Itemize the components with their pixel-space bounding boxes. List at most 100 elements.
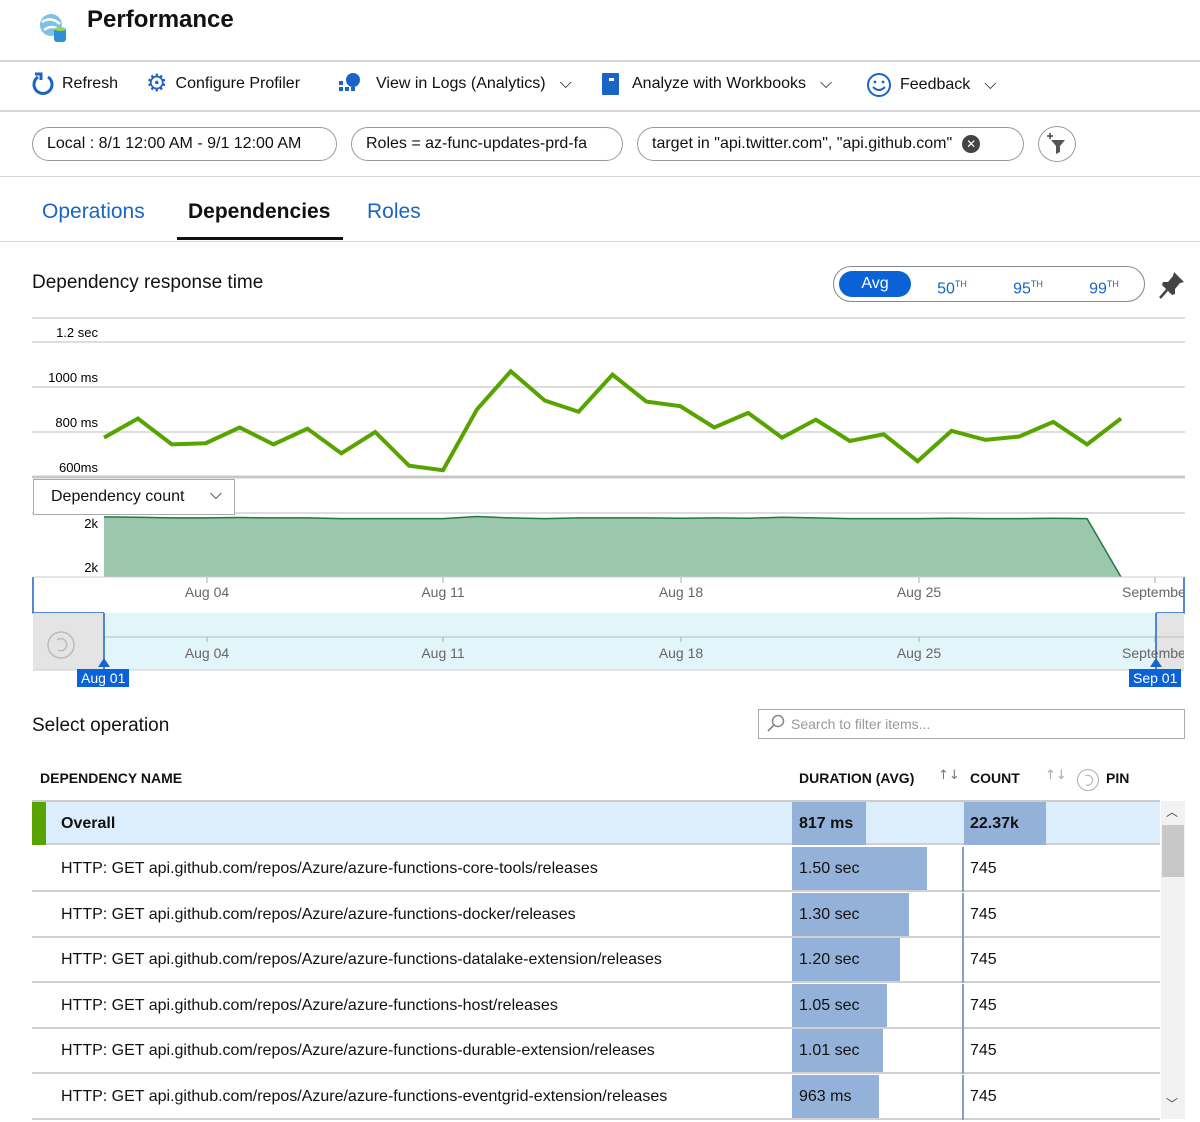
row-count: 22.37k (970, 815, 1019, 832)
x-tick-label: Aug 04 (184, 584, 230, 600)
row-name: Overall (61, 815, 116, 832)
segment-label: 99 (1089, 280, 1107, 298)
row-name: HTTP: GET api.github.com/repos/Azure/azu… (61, 1042, 655, 1059)
row-duration: 1.30 sec (799, 905, 860, 923)
chart-title: Dependency response time (32, 272, 264, 293)
y-tick-label: 800 ms (55, 415, 98, 430)
segment-avg[interactable]: Avg (839, 271, 911, 297)
logs-icon (338, 72, 362, 96)
view-in-logs-label: View in Logs (Analytics) (376, 75, 546, 92)
workbook-icon (600, 72, 620, 96)
metric-dropdown[interactable]: Dependency count ⌵ (33, 479, 235, 515)
count-area (104, 516, 1121, 577)
percentile-selector[interactable]: Avg 50TH 95TH 99TH (833, 266, 1145, 302)
refresh-icon (32, 72, 54, 96)
scroll-up-icon[interactable]: ︿ (1166, 803, 1178, 820)
row-count: 745 (970, 996, 997, 1014)
pin-icon[interactable] (1158, 270, 1186, 304)
segment-50th[interactable]: 50TH (922, 271, 982, 297)
analyze-workbooks-label: Analyze with Workbooks (632, 75, 806, 92)
tab-dependencies[interactable]: Dependencies (188, 200, 330, 224)
time-brush-selection[interactable] (104, 613, 1156, 670)
count-y-tick-label: 2k (84, 516, 98, 531)
chevron-down-icon: ⌵ (559, 75, 572, 92)
table-row[interactable]: HTTP: GET api.github.com/repos/Azure/azu… (32, 938, 1160, 983)
row-duration: 1.20 sec (799, 951, 860, 968)
refresh-button[interactable]: Refresh (32, 72, 118, 96)
feedback-label: Feedback (900, 76, 971, 93)
scrollbar-thumb[interactable] (1162, 825, 1184, 877)
row-duration: 963 ms (799, 1087, 852, 1105)
segment-95th[interactable]: 95TH (998, 271, 1058, 297)
sort-icon[interactable]: ↑↓ (938, 768, 960, 783)
roles-filter-text: Roles = az-func-updates-prd-fa (366, 135, 587, 152)
brush-tick-label: Aug 04 (184, 645, 230, 661)
table-row[interactable]: HTTP: GET api.github.com/repos/Azure/azu… (32, 1074, 1160, 1120)
table-row[interactable]: HTTP: GET api.github.com/repos/Azure/azu… (32, 983, 1160, 1029)
column-header-duration[interactable]: DURATION (AVG) (799, 770, 914, 786)
row-duration: 817 ms (799, 815, 854, 832)
close-icon[interactable]: ✕ (962, 135, 981, 153)
target-filter-text: target in "api.twitter.com", "api.github… (652, 135, 953, 152)
row-duration: 1.01 sec (799, 1042, 860, 1059)
scroll-down-icon[interactable]: ﹀ (1166, 1095, 1178, 1112)
selected-indicator (32, 802, 46, 845)
search-input[interactable]: Search to filter items... (758, 709, 1185, 739)
time-range-text: Local : 8/1 12:00 AM - 9/1 12:00 AM (47, 135, 302, 152)
range-end-label: Sep 01 (1129, 669, 1182, 687)
x-tick-label: Aug 11 (421, 584, 465, 600)
feedback-button[interactable]: Feedback ⌵ (866, 72, 996, 98)
x-tick-label: Aug 18 (658, 584, 704, 600)
row-count: 745 (970, 905, 997, 923)
row-name: HTTP: GET api.github.com/repos/Azure/azu… (61, 1087, 668, 1105)
range-start-label: Aug 01 (77, 669, 130, 687)
segment-99th[interactable]: 99TH (1074, 271, 1134, 297)
scrollbar[interactable]: ︿ ﹀ (1161, 801, 1185, 1119)
sort-icon[interactable]: ↑↓ (1045, 768, 1067, 783)
column-header-name[interactable]: DEPENDENCY NAME (40, 770, 182, 786)
y-tick-label: 1.2 sec (56, 325, 98, 340)
unpin-icon[interactable] (1076, 768, 1100, 796)
view-in-logs-button[interactable]: View in Logs (Analytics) ⌵ (338, 72, 572, 96)
segment-sup: TH (954, 279, 967, 289)
row-name: HTTP: GET api.github.com/repos/Azure/azu… (61, 996, 558, 1014)
column-header-count[interactable]: COUNT (970, 770, 1020, 786)
tab-roles[interactable]: Roles (367, 200, 421, 224)
add-filter-button[interactable] (1038, 126, 1076, 162)
y-tick-label: 1000 ms (48, 370, 98, 385)
row-count: 745 (970, 860, 997, 877)
row-count: 745 (970, 951, 997, 968)
chevron-down-icon: ⌵ (984, 76, 997, 93)
segment-label: Avg (861, 275, 889, 292)
table-row[interactable]: HTTP: GET api.github.com/repos/Azure/azu… (32, 892, 1160, 938)
column-header-pin: PIN (1106, 770, 1130, 786)
table-row[interactable]: HTTP: GET api.github.com/repos/Azure/azu… (32, 1029, 1160, 1074)
configure-profiler-button[interactable]: ⚙ Configure Profiler (146, 72, 300, 96)
segment-label: 95 (1013, 280, 1031, 298)
row-name: HTTP: GET api.github.com/repos/Azure/azu… (61, 860, 598, 877)
configure-profiler-label: Configure Profiler (175, 75, 301, 92)
segment-sup: TH (1030, 279, 1043, 289)
smiley-icon (866, 72, 892, 98)
row-duration: 1.50 sec (799, 860, 860, 877)
brush-tick-label: Aug 18 (658, 645, 704, 661)
metric-dropdown-label: Dependency count (51, 488, 185, 505)
row-count: 745 (970, 1087, 997, 1105)
roles-filter[interactable]: Roles = az-func-updates-prd-fa (351, 127, 623, 161)
target-filter[interactable]: target in "api.twitter.com", "api.github… (637, 127, 1024, 161)
response-time-line (103, 368, 1123, 473)
table-row[interactable]: HTTP: GET api.github.com/repos/Azure/azu… (32, 847, 1160, 892)
time-range-filter[interactable]: Local : 8/1 12:00 AM - 9/1 12:00 AM (32, 127, 337, 161)
segment-label: 50 (937, 280, 955, 298)
x-tick-label: September (1122, 584, 1184, 600)
overall-row[interactable]: Overall 817 ms 22.37k (32, 800, 1160, 845)
gear-icon: ⚙ (146, 70, 168, 97)
select-operation-title: Select operation (32, 715, 170, 736)
brush-tick-label: Aug 25 (896, 645, 942, 661)
segment-sup: TH (1106, 279, 1119, 289)
refresh-label: Refresh (62, 75, 119, 92)
count-y-tick-label: 2k (84, 560, 98, 575)
tab-operations[interactable]: Operations (42, 200, 145, 224)
active-tab-indicator (177, 237, 343, 240)
analyze-workbooks-button[interactable]: Analyze with Workbooks ⌵ (600, 72, 832, 96)
